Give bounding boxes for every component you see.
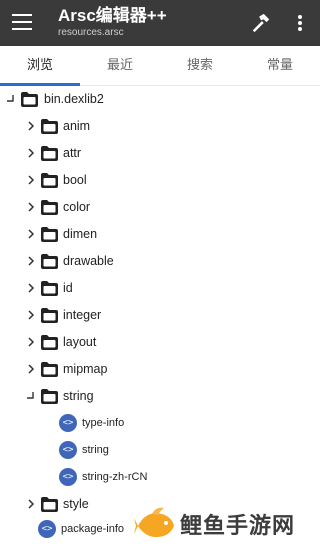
app-titles: Arsc编辑器++ resources.arsc xyxy=(58,5,167,39)
chevron-right-icon[interactable] xyxy=(26,499,36,509)
tree-root-row[interactable]: bin.dexlib2 xyxy=(0,86,320,113)
folder-icon xyxy=(41,335,58,350)
tree-folder-row[interactable]: layout xyxy=(0,329,320,356)
folder-icon xyxy=(41,146,58,161)
hammer-icon[interactable] xyxy=(250,12,272,34)
tree-file-row[interactable]: <> string xyxy=(0,437,320,464)
tab-recent[interactable]: 最近 xyxy=(80,46,160,86)
tree-folder-row[interactable]: anim xyxy=(0,113,320,140)
chevron-right-icon[interactable] xyxy=(26,310,36,320)
xml-file-icon: <> xyxy=(59,414,77,432)
tree-folder-row[interactable]: dimen xyxy=(0,221,320,248)
tree-file-label: string-zh-rCN xyxy=(82,471,148,483)
folder-icon xyxy=(41,119,58,134)
tab-browse[interactable]: 浏览 xyxy=(0,46,80,86)
folder-icon xyxy=(41,281,58,296)
xml-file-icon: <> xyxy=(59,441,77,459)
tree-folder-label: integer xyxy=(63,308,102,322)
tab-search[interactable]: 搜索 xyxy=(160,46,240,86)
watermark-text: 鲤鱼手游网 xyxy=(180,513,296,538)
tree-folder-row[interactable]: mipmap xyxy=(0,356,320,383)
folder-icon xyxy=(41,227,58,242)
folder-icon xyxy=(41,254,58,269)
chevron-right-icon[interactable] xyxy=(26,337,36,347)
tree-file-label: type-info xyxy=(82,417,125,429)
app-title: Arsc编辑器++ xyxy=(58,6,167,25)
folder-icon xyxy=(41,497,58,512)
tree-folder-row[interactable]: integer xyxy=(0,302,320,329)
tree-folder-label: dimen xyxy=(63,227,98,241)
menu-icon[interactable] xyxy=(12,14,32,30)
tree-file-label: string xyxy=(82,444,109,456)
chevron-right-icon[interactable] xyxy=(26,283,36,293)
tree-folder-label: string xyxy=(63,389,94,403)
tree-folder-label: anim xyxy=(63,119,91,133)
folder-icon xyxy=(41,389,58,404)
tree-folder-row[interactable]: color xyxy=(0,194,320,221)
tab-bar: 浏览 最近 搜索 常量 xyxy=(0,46,320,86)
tree-file-row[interactable]: <> string-zh-rCN xyxy=(0,464,320,491)
tree-folder-row[interactable]: id xyxy=(0,275,320,302)
tree-folder-row-string[interactable]: string xyxy=(0,383,320,410)
tree-folder-label: mipmap xyxy=(63,362,108,376)
chevron-right-icon[interactable] xyxy=(26,148,36,158)
fish-logo-icon xyxy=(134,507,174,538)
watermark: 鲤鱼手游网 xyxy=(130,500,320,548)
tree-folder-label: style xyxy=(63,497,89,511)
collapse-corner-icon[interactable] xyxy=(6,94,16,104)
tab-constants[interactable]: 常量 xyxy=(240,46,320,86)
tree-folder-label: attr xyxy=(63,146,82,160)
collapse-corner-icon[interactable] xyxy=(26,391,36,401)
tree-folder-label: id xyxy=(63,281,73,295)
xml-file-icon: <> xyxy=(38,520,56,538)
app-bar: Arsc编辑器++ resources.arsc xyxy=(0,0,320,46)
tree-folder-label: bool xyxy=(63,173,87,187)
tree-folder-row[interactable]: drawable xyxy=(0,248,320,275)
chevron-right-icon[interactable] xyxy=(26,175,36,185)
tree-file-row[interactable]: <> type-info xyxy=(0,410,320,437)
folder-icon xyxy=(21,92,38,107)
folder-icon xyxy=(41,308,58,323)
tree-file-label: package-info xyxy=(61,523,124,535)
tree-folder-row[interactable]: attr xyxy=(0,140,320,167)
app-subtitle: resources.arsc xyxy=(58,27,124,38)
folder-icon xyxy=(41,200,58,215)
xml-file-icon: <> xyxy=(59,468,77,486)
tree-folder-label: layout xyxy=(63,335,97,349)
file-tree: bin.dexlib2 anim attr bool color dimen d… xyxy=(0,86,320,548)
tree-root-label: bin.dexlib2 xyxy=(44,92,104,106)
folder-icon xyxy=(41,173,58,188)
chevron-right-icon[interactable] xyxy=(26,121,36,131)
tree-folder-row[interactable]: bool xyxy=(0,167,320,194)
tree-folder-label: drawable xyxy=(63,254,114,268)
tree-folder-label: color xyxy=(63,200,91,214)
chevron-right-icon[interactable] xyxy=(26,364,36,374)
chevron-right-icon[interactable] xyxy=(26,202,36,212)
chevron-right-icon[interactable] xyxy=(26,256,36,266)
folder-icon xyxy=(41,362,58,377)
chevron-right-icon[interactable] xyxy=(26,229,36,239)
more-vert-icon[interactable] xyxy=(291,13,309,33)
